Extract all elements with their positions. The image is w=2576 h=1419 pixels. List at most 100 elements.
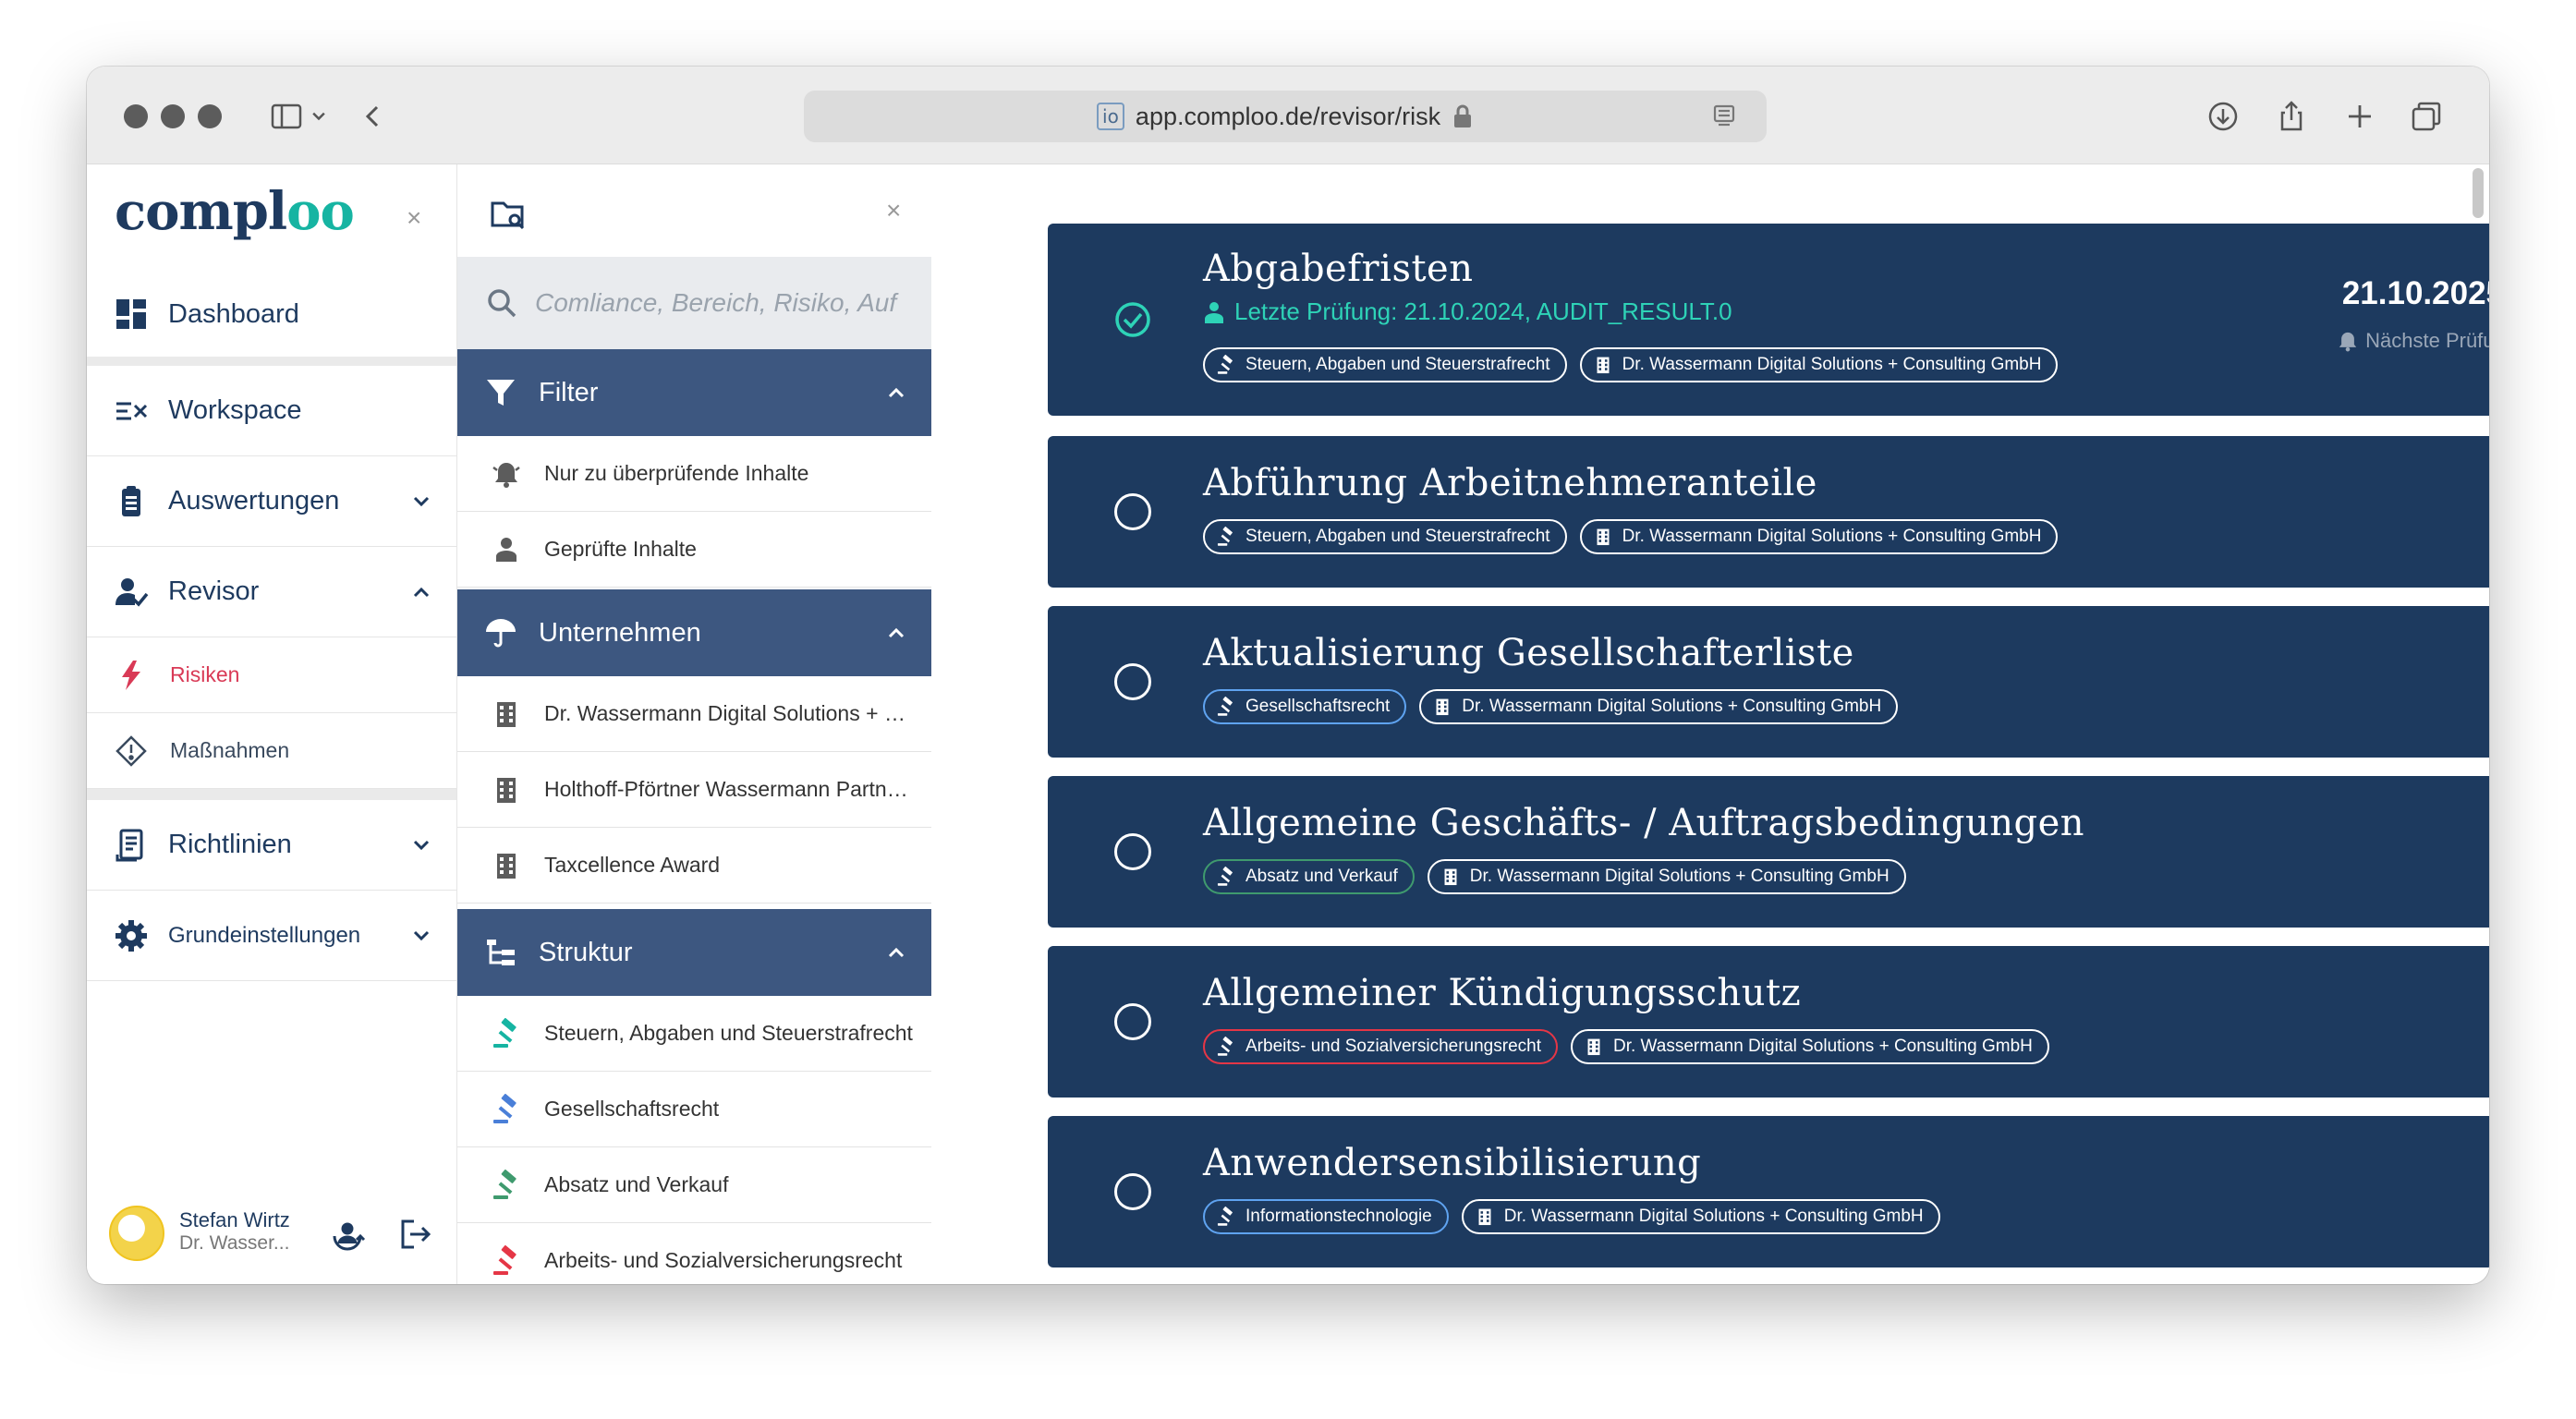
gavel-icon: [1217, 355, 1233, 374]
building-icon: [497, 701, 516, 727]
tag-company[interactable]: Dr. Wassermann Digital Solutions + Consu…: [1427, 859, 1906, 894]
tag-category[interactable]: Gesellschaftsrecht: [1203, 689, 1407, 724]
user-organization: Dr. Wasser...: [179, 1232, 290, 1254]
risk-card[interactable]: Abführung Arbeitnehmeranteile Steuern, A…: [1048, 436, 2489, 588]
chevron-down-icon[interactable]: [408, 489, 434, 515]
sidebar-item-massnahmen[interactable]: Maßnahmen: [87, 713, 456, 789]
search-input[interactable]: [535, 288, 914, 318]
download-icon[interactable]: [2199, 92, 2247, 140]
risk-title: Abführung Arbeitnehmeranteile: [1203, 462, 1817, 504]
filter-item[interactable]: Taxcellence Award: [457, 828, 932, 904]
risk-card[interactable]: Allgemeine Geschäfts- / Auftragsbedingun…: [1048, 776, 2489, 928]
risk-card[interactable]: Aktualisierung Gesellschafterliste Gesel…: [1048, 606, 2489, 758]
user-profile[interactable]: Stefan Wirtz Dr. Wasser...: [87, 1182, 456, 1284]
section-struktur[interactable]: Struktur: [457, 909, 932, 996]
sidebar-item-grundeinstellungen[interactable]: Grundeinstellungen: [87, 891, 456, 981]
chevron-up-icon[interactable]: [408, 579, 434, 605]
sidebar-item-auswertungen[interactable]: Auswertungen: [87, 456, 456, 547]
risk-title: Abgabefristen: [1203, 248, 1474, 290]
tag-category[interactable]: Absatz und Verkauf: [1203, 859, 1415, 894]
reader-icon[interactable]: [1711, 103, 1737, 129]
back-icon[interactable]: [349, 92, 397, 140]
sidebar-item-label: Revisor: [168, 576, 260, 606]
browser-toolbar: io app.comploo.de/revisor/risk: [87, 67, 2489, 164]
sidebar-item-risiken[interactable]: Risiken: [87, 637, 456, 713]
risk-card[interactable]: Allgemeiner Kündigungsschutz Arbeits- un…: [1048, 946, 2489, 1098]
zoom-window-button[interactable]: [198, 104, 222, 128]
tag-company[interactable]: Dr. Wassermann Digital Solutions + Consu…: [1579, 519, 2059, 554]
share-icon[interactable]: [2267, 92, 2315, 140]
filter-item-label: Absatz und Verkauf: [544, 1172, 729, 1196]
tag-category[interactable]: Informationstechnologie: [1203, 1199, 1449, 1234]
risk-radio[interactable]: [1114, 663, 1151, 700]
chevron-up-icon: [888, 627, 905, 638]
tag-company[interactable]: Dr. Wassermann Digital Solutions + Consu…: [1579, 347, 2059, 382]
filter-item[interactable]: Geprüfte Inhalte: [457, 512, 932, 588]
filter-item-label: Holthoff-Pförtner Wassermann Partnerscha…: [544, 777, 914, 801]
risk-radio[interactable]: [1114, 833, 1151, 870]
filter-item[interactable]: Gesellschaftsrecht: [457, 1072, 932, 1147]
site-favicon: io: [1096, 103, 1124, 130]
dashboard-icon: [111, 294, 152, 334]
bell-alert-icon: [2339, 332, 2357, 352]
tag-category[interactable]: Steuern, Abgaben und Steuerstrafrecht: [1203, 347, 1567, 382]
tag-row: Absatz und Verkauf Dr. Wassermann Digita…: [1203, 859, 1906, 894]
filter-item[interactable]: Nur zu überprüfende Inhalte: [457, 436, 932, 512]
logout-icon[interactable]: [397, 1216, 434, 1253]
check-circle-icon[interactable]: [1114, 301, 1151, 338]
chevron-down-icon[interactable]: [408, 923, 434, 949]
risk-card[interactable]: Abgabefristen Letzte Prüfung: 21.10.2024…: [1048, 224, 2489, 416]
address-bar[interactable]: io app.comploo.de/revisor/risk: [804, 91, 1767, 142]
risk-radio[interactable]: [1114, 493, 1151, 530]
sidebar-item-revisor[interactable]: Revisor: [87, 547, 456, 637]
scrollbar[interactable]: [2473, 168, 2484, 218]
sidebar-toggle-icon[interactable]: [262, 92, 310, 140]
filter-item[interactable]: Dr. Wassermann Digital Solutions + Consu…: [457, 676, 932, 752]
lock-icon: [1454, 104, 1472, 127]
close-window-button[interactable]: [124, 104, 148, 128]
sidebar-item-workspace[interactable]: Workspace: [87, 366, 456, 456]
sidebar-item-label: Risiken: [170, 662, 240, 686]
tag-row: Informationstechnologie Dr. Wassermann D…: [1203, 1199, 1940, 1234]
tree-structure-icon: [487, 940, 515, 965]
risk-card[interactable]: Anwendersensibilisierung Informationstec…: [1048, 1116, 2489, 1267]
tag-category[interactable]: Arbeits- und Sozialversicherungsrecht: [1203, 1029, 1558, 1064]
tag-row: Arbeits- und Sozialversicherungsrecht Dr…: [1203, 1029, 2049, 1064]
next-check-date: 21.10.2025: [2341, 275, 2489, 311]
folder-search-icon: [491, 201, 525, 230]
section-filter[interactable]: Filter: [457, 349, 932, 436]
chevron-down-icon[interactable]: [305, 92, 333, 140]
url-text[interactable]: app.comploo.de/revisor/risk: [1136, 103, 1440, 131]
filter-item-label: Taxcellence Award: [544, 853, 721, 877]
building-icon: [497, 853, 516, 879]
chevron-up-icon: [888, 387, 905, 398]
section-title: Unternehmen: [539, 617, 701, 648]
new-tab-icon[interactable]: [2336, 92, 2384, 140]
comploo-logo[interactable]: comploo: [115, 181, 355, 242]
tag-company[interactable]: Dr. Wassermann Digital Solutions + Consu…: [1419, 689, 1899, 724]
gavel-icon: [1217, 527, 1233, 546]
filter-panel-close-button[interactable]: ×: [886, 196, 901, 225]
building-icon: [1478, 1208, 1491, 1226]
tag-company[interactable]: Dr. Wassermann Digital Solutions + Consu…: [1571, 1029, 2049, 1064]
sidebar-item-dashboard[interactable]: Dashboard: [87, 266, 456, 362]
section-unternehmen[interactable]: Unternehmen: [457, 589, 932, 676]
filter-item[interactable]: Arbeits- und Sozialversicherungsrecht: [457, 1223, 932, 1284]
minimize-window-button[interactable]: [161, 104, 185, 128]
tag-company[interactable]: Dr. Wassermann Digital Solutions + Consu…: [1461, 1199, 1940, 1234]
filter-item[interactable]: Steuern, Abgaben und Steuerstrafrecht: [457, 996, 932, 1072]
risk-radio[interactable]: [1114, 1173, 1151, 1210]
tab-overview-icon[interactable]: [2402, 92, 2450, 140]
risk-title: Allgemeiner Kündigungsschutz: [1203, 972, 1802, 1014]
gavel-teal-icon: [493, 1017, 516, 1048]
switch-user-icon[interactable]: [329, 1216, 366, 1253]
building-icon: [497, 777, 516, 803]
filter-item[interactable]: Absatz und Verkauf: [457, 1147, 932, 1223]
sidebar-close-button[interactable]: ×: [407, 203, 421, 233]
tag-category[interactable]: Steuern, Abgaben und Steuerstrafrecht: [1203, 519, 1567, 554]
risk-title: Allgemeine Geschäfts- / Auftragsbedingun…: [1203, 802, 2085, 844]
chevron-down-icon[interactable]: [408, 832, 434, 858]
sidebar-item-richtlinien[interactable]: Richtlinien: [87, 800, 456, 891]
filter-item[interactable]: Holthoff-Pförtner Wassermann Partnerscha…: [457, 752, 932, 828]
risk-radio[interactable]: [1114, 1003, 1151, 1040]
